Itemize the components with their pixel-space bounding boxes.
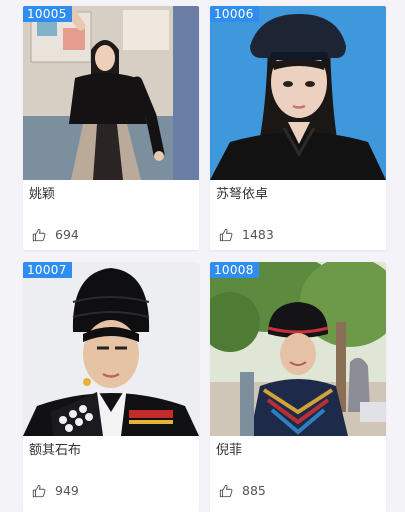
contestant-id-badge: 10005 (23, 6, 72, 22)
photo-image (210, 262, 386, 436)
thumbs-up-icon (219, 228, 233, 242)
like-button[interactable]: 949 (32, 482, 79, 500)
contestant-card[interactable]: 10008 倪菲 885 (210, 262, 386, 512)
contestant-name: 苏弩依卓 (216, 187, 269, 202)
like-count: 949 (55, 483, 79, 498)
contestant-grid: 10005 姚颖 694 10006 苏弩依卓 1483 10007 额其石布 … (0, 0, 405, 512)
contestant-name: 姚颖 (29, 187, 56, 202)
contestant-name: 额其石布 (29, 443, 82, 458)
contestant-card[interactable]: 10007 额其石布 949 (23, 262, 199, 512)
thumbs-up-icon (32, 228, 46, 242)
like-button[interactable]: 885 (219, 482, 266, 500)
thumbs-up-icon (219, 484, 233, 498)
contestant-photo[interactable]: 10005 (23, 6, 199, 180)
contestant-id-badge: 10008 (210, 262, 259, 278)
contestant-id-badge: 10006 (210, 6, 259, 22)
like-button[interactable]: 1483 (219, 226, 274, 244)
contestant-name: 倪菲 (216, 443, 243, 458)
photo-image (23, 262, 199, 436)
contestant-photo[interactable]: 10006 (210, 6, 386, 180)
photo-image (210, 6, 386, 180)
contestant-photo[interactable]: 10007 (23, 262, 199, 436)
like-count: 1483 (242, 227, 274, 242)
like-button[interactable]: 694 (32, 226, 79, 244)
like-count: 694 (55, 227, 79, 242)
contestant-id-badge: 10007 (23, 262, 72, 278)
like-count: 885 (242, 483, 266, 498)
contestant-card[interactable]: 10006 苏弩依卓 1483 (210, 6, 386, 250)
contestant-photo[interactable]: 10008 (210, 262, 386, 436)
thumbs-up-icon (32, 484, 46, 498)
contestant-card[interactable]: 10005 姚颖 694 (23, 6, 199, 250)
photo-image (23, 6, 199, 180)
